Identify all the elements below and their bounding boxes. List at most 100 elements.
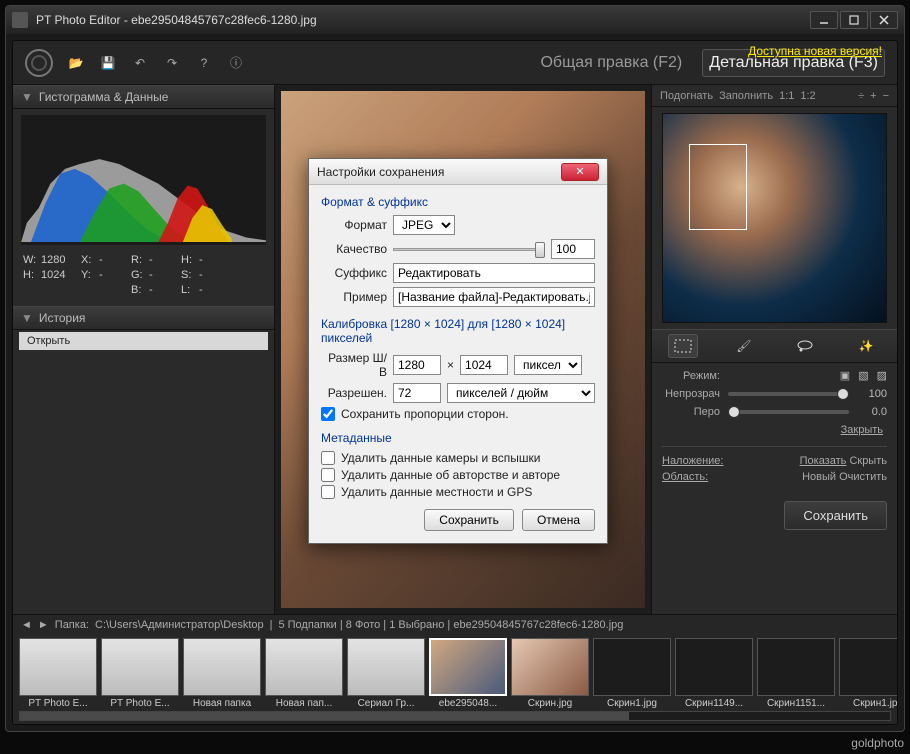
size-unit-select[interactable]: пиксел xyxy=(514,355,582,375)
region-clear[interactable]: Очистить xyxy=(839,471,887,483)
right-panel: Подогнать Заполнить 1:1 1:2 ÷ + − 🖌 ✨ xyxy=(651,85,897,614)
close-link[interactable]: Закрыть xyxy=(841,424,883,436)
zoom-out-icon[interactable]: ÷ xyxy=(858,90,864,102)
histogram-header[interactable]: ▼Гистограмма & Данные xyxy=(13,85,274,109)
brush-tool-icon[interactable]: 🖌 xyxy=(729,334,759,358)
thumbnail[interactable]: Новая папка xyxy=(183,638,261,709)
dialog-titlebar[interactable]: Настройки сохранения ✕ xyxy=(309,159,607,185)
quality-input[interactable] xyxy=(551,239,595,259)
history-header[interactable]: ▼История xyxy=(13,306,274,330)
dialog-cancel-button[interactable]: Отмена xyxy=(522,509,595,531)
mode-single-icon[interactable]: ▣ xyxy=(840,369,850,382)
navigator-preview[interactable] xyxy=(662,113,887,323)
window-title: PT Photo Editor - ebe29504845767c28fec6-… xyxy=(36,13,808,27)
navigator-rect[interactable] xyxy=(689,144,747,230)
calibration-text: Калибровка [1280 × 1024] для [1280 × 102… xyxy=(321,317,595,345)
tools-row: 🖌 ✨ xyxy=(652,329,897,363)
zoom-fill[interactable]: Заполнить xyxy=(719,90,773,102)
help-icon[interactable]: ? xyxy=(195,54,213,72)
thumbnail-caption: Новая пап... xyxy=(265,698,343,709)
thumbnail-caption: Сериал Гр... xyxy=(347,698,425,709)
titlebar[interactable]: PT Photo Editor - ebe29504845767c28fec6-… xyxy=(6,6,904,34)
dialog-close-button[interactable]: ✕ xyxy=(561,163,599,181)
resolution-input[interactable] xyxy=(393,383,441,403)
thumbnail[interactable]: PT Photo E... xyxy=(101,638,179,709)
maximize-button[interactable] xyxy=(840,11,868,29)
folder-label: Папка: xyxy=(55,619,89,631)
chevron-right-icon[interactable]: ► xyxy=(38,619,49,631)
region-label: Область: xyxy=(662,471,708,483)
thumbnail-caption: PT Photo E... xyxy=(19,698,97,709)
thumbnail[interactable]: Скрин1.jpg xyxy=(839,638,897,709)
overlay-hide[interactable]: Скрыть xyxy=(849,455,887,467)
overlay-show[interactable]: Показать xyxy=(800,455,847,467)
marquee-tool-icon[interactable] xyxy=(668,334,698,358)
zoom-fit[interactable]: Подогнать xyxy=(660,90,713,102)
thumbnail[interactable]: Сериал Гр... xyxy=(347,638,425,709)
thumbnail[interactable]: Скрин1149... xyxy=(675,638,753,709)
group-format-title: Формат & суффикс xyxy=(321,195,595,209)
mode-sub-icon[interactable]: ▨ xyxy=(877,369,887,382)
keep-ratio-checkbox[interactable]: Сохранить пропорции сторон. xyxy=(321,407,595,421)
save-button[interactable]: Сохранить xyxy=(784,501,887,530)
logo-icon xyxy=(25,49,53,77)
height-input[interactable] xyxy=(460,355,508,375)
thumbnail-caption: Скрин1151... xyxy=(757,698,835,709)
thumbnail[interactable]: Новая пап... xyxy=(265,638,343,709)
filmstrip-scrollbar[interactable] xyxy=(19,711,891,721)
meta-camera-checkbox[interactable]: Удалить данные камеры и вспышки xyxy=(321,451,595,465)
group-metadata-title: Метаданные xyxy=(321,431,595,445)
resolution-unit-select[interactable]: пикселей / дюйм xyxy=(447,383,595,403)
zoom-1-1[interactable]: 1:1 xyxy=(779,90,794,102)
suffix-input[interactable] xyxy=(393,263,595,283)
zoom-in-icon[interactable]: + xyxy=(870,90,876,102)
collapse-icon: ▼ xyxy=(21,311,33,325)
dialog-title: Настройки сохранения xyxy=(317,165,561,179)
region-new[interactable]: Новый xyxy=(802,471,836,483)
opacity-value: 100 xyxy=(857,388,887,400)
info-icon[interactable]: ⓘ xyxy=(227,54,245,72)
zoom-reset-icon[interactable]: − xyxy=(883,90,889,102)
format-select[interactable]: JPEG xyxy=(393,215,455,235)
history-list: Открыть xyxy=(13,330,274,614)
overlay-label: Наложение: xyxy=(662,455,723,467)
app-icon xyxy=(12,12,28,28)
thumbnail-caption: Скрин.jpg xyxy=(511,698,589,709)
save-icon[interactable]: 💾 xyxy=(99,54,117,72)
feather-slider[interactable] xyxy=(728,410,849,414)
quality-slider[interactable] xyxy=(393,241,545,257)
opacity-slider[interactable] xyxy=(728,392,849,396)
thumbnail[interactable]: Скрин1151... xyxy=(757,638,835,709)
thumbnail-caption: ebe295048... xyxy=(429,698,507,709)
thumbnail[interactable]: Скрин.jpg xyxy=(511,638,589,709)
zoom-1-2[interactable]: 1:2 xyxy=(800,90,815,102)
dialog-save-button[interactable]: Сохранить xyxy=(424,509,514,531)
thumbnail[interactable]: Скрин1.jpg xyxy=(593,638,671,709)
thumbnail-caption: Новая папка xyxy=(183,698,261,709)
thumbnail[interactable]: ebe295048... xyxy=(429,638,507,709)
chevron-left-icon[interactable]: ◄ xyxy=(21,619,32,631)
history-item[interactable]: Открыть xyxy=(19,332,268,350)
undo-icon[interactable]: ↶ xyxy=(131,54,149,72)
mode-add-icon[interactable]: ▧ xyxy=(858,369,868,382)
opacity-label: Непрозрач xyxy=(662,388,720,400)
open-icon[interactable]: 📂 xyxy=(67,54,85,72)
meta-gps-checkbox[interactable]: Удалить данные местности и GPS xyxy=(321,485,595,499)
close-button[interactable] xyxy=(870,11,898,29)
thumbnail[interactable]: PT Photo E... xyxy=(19,638,97,709)
tab-general[interactable]: Общая правка (F2) xyxy=(534,50,688,76)
save-settings-dialog: Настройки сохранения ✕ Формат & суффикс … xyxy=(308,158,608,544)
meta-author-checkbox[interactable]: Удалить данные об авторстве и авторе xyxy=(321,468,595,482)
mode-label: Режим: xyxy=(662,370,720,382)
left-panel: ▼Гистограмма & Данные W:1280 X:- R:- H:- xyxy=(13,85,275,614)
folder-path[interactable]: C:\Users\Администратор\Desktop xyxy=(95,619,264,631)
thumbnail-caption: PT Photo E... xyxy=(101,698,179,709)
wand-tool-icon[interactable]: ✨ xyxy=(851,334,881,358)
redo-icon[interactable]: ↷ xyxy=(163,54,181,72)
new-version-link[interactable]: Доступна новая версия! xyxy=(748,44,882,58)
minimize-button[interactable] xyxy=(810,11,838,29)
width-input[interactable] xyxy=(393,355,441,375)
collapse-icon: ▼ xyxy=(21,90,33,104)
lasso-tool-icon[interactable] xyxy=(790,334,820,358)
strip-meta: 5 Подпапки | 8 Фото | 1 Выбрано | ebe295… xyxy=(278,619,623,631)
